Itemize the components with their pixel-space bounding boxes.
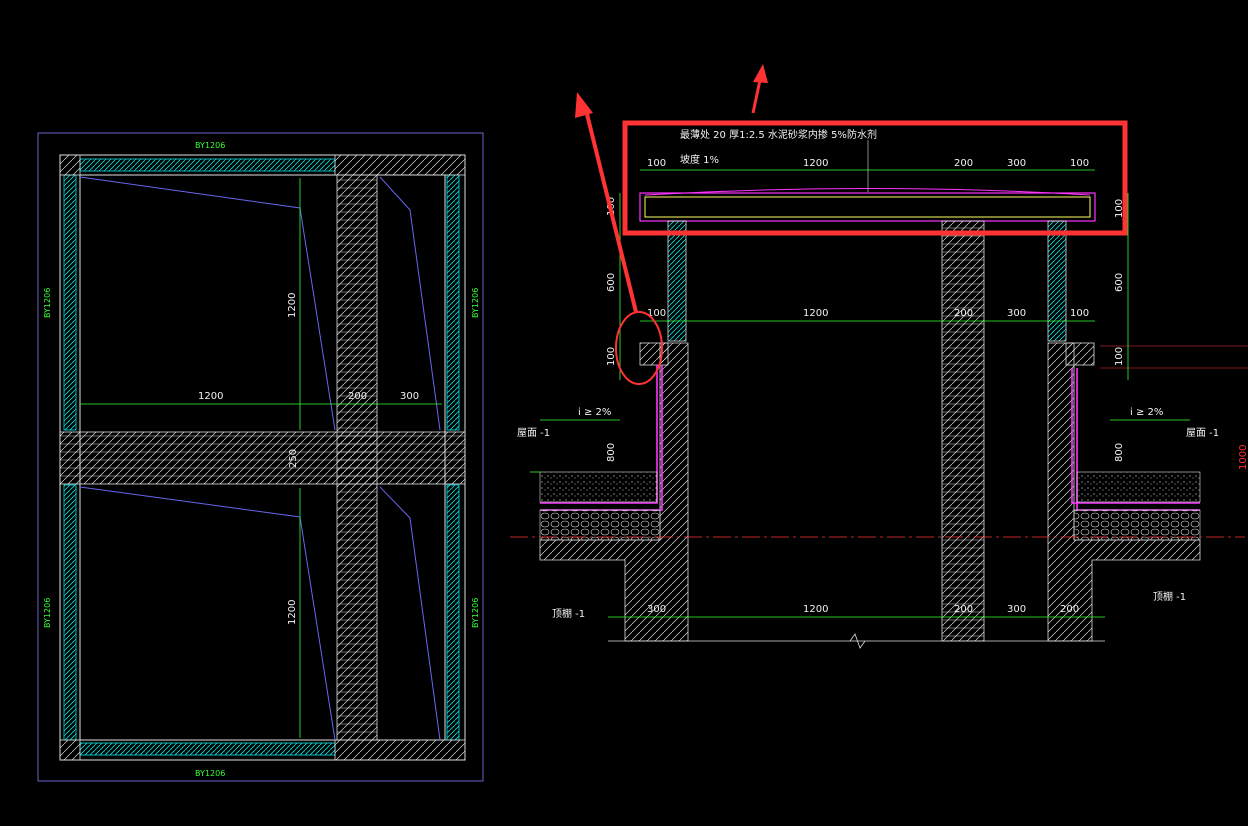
plan-dim-partition: 200 (348, 391, 367, 402)
section-bottom-dim: 300 (647, 604, 666, 615)
section-right-gravel (1076, 471, 1201, 503)
plan-corner (334, 154, 466, 176)
section-left-upper-wall (667, 220, 687, 342)
section-top-dim: 300 (1007, 158, 1026, 169)
section-top-dim: 1200 (803, 158, 828, 169)
section-top-dim: 100 (647, 158, 666, 169)
arrow-head-right (753, 64, 768, 83)
plan-corner (59, 739, 81, 761)
plan-label-right-lower: BY1206 (471, 598, 480, 628)
plan-bottom-wall (79, 742, 336, 756)
section-left-insulation (539, 509, 661, 541)
section-right-insulation (1073, 509, 1201, 541)
section-top-slab-inner (644, 196, 1091, 218)
section-edge-mark: 1000 (1238, 445, 1248, 470)
cad-drawing-canvas[interactable]: BY1206 BY1206 BY1206 BY1206 BY1206 BY120… (0, 0, 1248, 826)
plan-left-wall-upper (63, 174, 77, 431)
plan-dim-height-lower: 1200 (287, 600, 298, 625)
section-view: 最薄处 20 厚1:2.5 水泥砂浆内掺 5%防水剂 坡度 1% 100 120… (510, 128, 1248, 649)
section-partition (941, 220, 985, 642)
plan-corner (59, 154, 81, 176)
arrow-head-left (575, 92, 593, 118)
section-bottom-dim: 1200 (803, 604, 828, 615)
section-parapet-right: 800 (1114, 443, 1125, 462)
plan-slope-line (379, 486, 441, 741)
section-gradient-left: i ≥ 2% (578, 407, 611, 418)
section-right-upper-wall (1047, 220, 1067, 342)
arrow-shaft-right (751, 79, 762, 114)
section-slope: 坡度 1% (680, 153, 719, 166)
section-note: 最薄处 20 厚1:2.5 水泥砂浆内掺 5%防水剂 (680, 128, 877, 141)
plan-right-wall-lower (446, 484, 460, 741)
section-upstand-right: 600 (1114, 273, 1125, 292)
plan-corner (334, 739, 466, 761)
section-mid-dim: 300 (1007, 308, 1026, 319)
section-mid-dim: 200 (954, 308, 973, 319)
section-slope-curve (644, 188, 1091, 196)
plan-label-right-upper: BY1206 (471, 288, 480, 318)
section-upstand-left: 600 (606, 273, 617, 292)
section-roof-right: 屋面 -1 (1186, 427, 1219, 439)
plan-partition (336, 174, 378, 741)
section-roof-left: 屋面 -1 (517, 427, 550, 439)
section-parapet-left: 800 (606, 443, 617, 462)
plan-dim-width: 1200 (198, 391, 223, 402)
plan-label-bottom: BY1206 (195, 769, 225, 778)
section-bottom-dim: 200 (1060, 604, 1079, 615)
plan-dim-side: 300 (400, 391, 419, 402)
section-bottom-dim: 300 (1007, 604, 1026, 615)
section-ceiling-right: 顶棚 -1 (1153, 590, 1186, 603)
plan-middle-beam (59, 431, 466, 485)
plan-top-wall (79, 158, 336, 172)
section-bottom-dim: 200 (954, 604, 973, 615)
section-curb-right: 100 (1114, 347, 1125, 366)
section-gradient-right: i ≥ 2% (1130, 407, 1163, 418)
plan-left-wall-lower (63, 484, 77, 741)
section-mid-dim: 100 (1070, 308, 1089, 319)
section-top-dim: 100 (1070, 158, 1089, 169)
section-ceiling-left: 顶棚 -1 (552, 607, 585, 620)
plan-label-top: BY1206 (195, 141, 225, 150)
plan-label-left-upper: BY1206 (43, 288, 52, 318)
plan-view: BY1206 BY1206 BY1206 BY1206 BY1206 BY120… (37, 132, 484, 782)
plan-dim-middle: 250 (288, 449, 299, 468)
section-top-dim: 200 (954, 158, 973, 169)
plan-label-left-lower: BY1206 (43, 598, 52, 628)
section-left-gravel (539, 471, 658, 503)
section-mid-dim: 1200 (803, 308, 828, 319)
plan-right-wall-upper (446, 174, 460, 431)
highlight-annotations (575, 64, 1128, 385)
plan-dim-height-upper: 1200 (287, 293, 298, 318)
